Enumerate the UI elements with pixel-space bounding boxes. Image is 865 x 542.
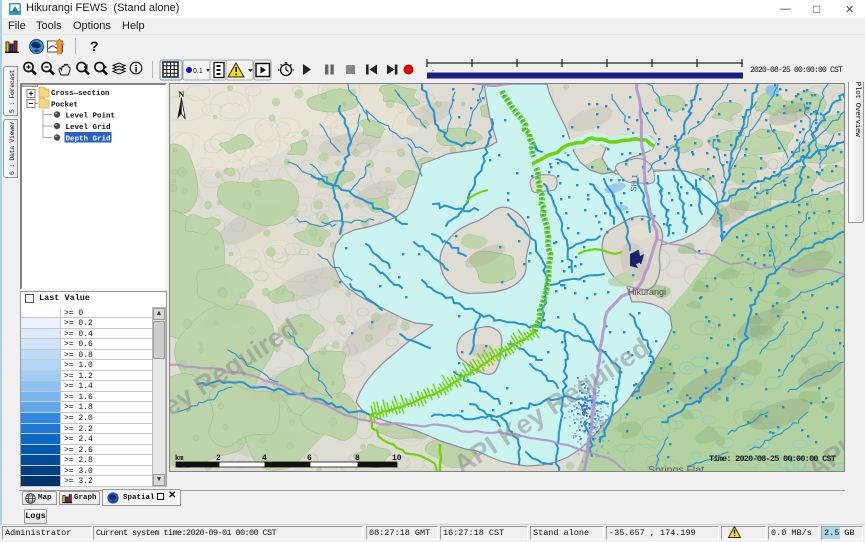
svg-text:Cross—section: Cross—section: [51, 90, 110, 98]
svg-text:0.1: 0.1: [193, 68, 203, 75]
svg-text:km: km: [175, 455, 183, 463]
svg-text:Pocket: Pocket: [51, 102, 78, 110]
svg-text:8: 8: [355, 454, 360, 463]
svg-text:2: 2: [216, 454, 221, 463]
svg-text:10: 10: [392, 454, 402, 463]
svg-text:Time: 2020-08-25 00:00:00 CST: Time: 2020-08-25 00:00:00 CST: [709, 454, 836, 464]
svg-text:Hikurangi: Hikurangi: [628, 287, 666, 297]
svg-text:Level Point: Level Point: [66, 113, 116, 121]
svg-text:4: 4: [262, 454, 267, 463]
svg-text:Depth Grid: Depth Grid: [66, 136, 111, 144]
svg-text:SH 1: SH 1: [629, 173, 640, 192]
svg-text:Level Grid: Level Grid: [66, 124, 111, 132]
svg-text:6: 6: [307, 454, 312, 463]
svg-text:Springs Flat: Springs Flat: [648, 464, 704, 471]
